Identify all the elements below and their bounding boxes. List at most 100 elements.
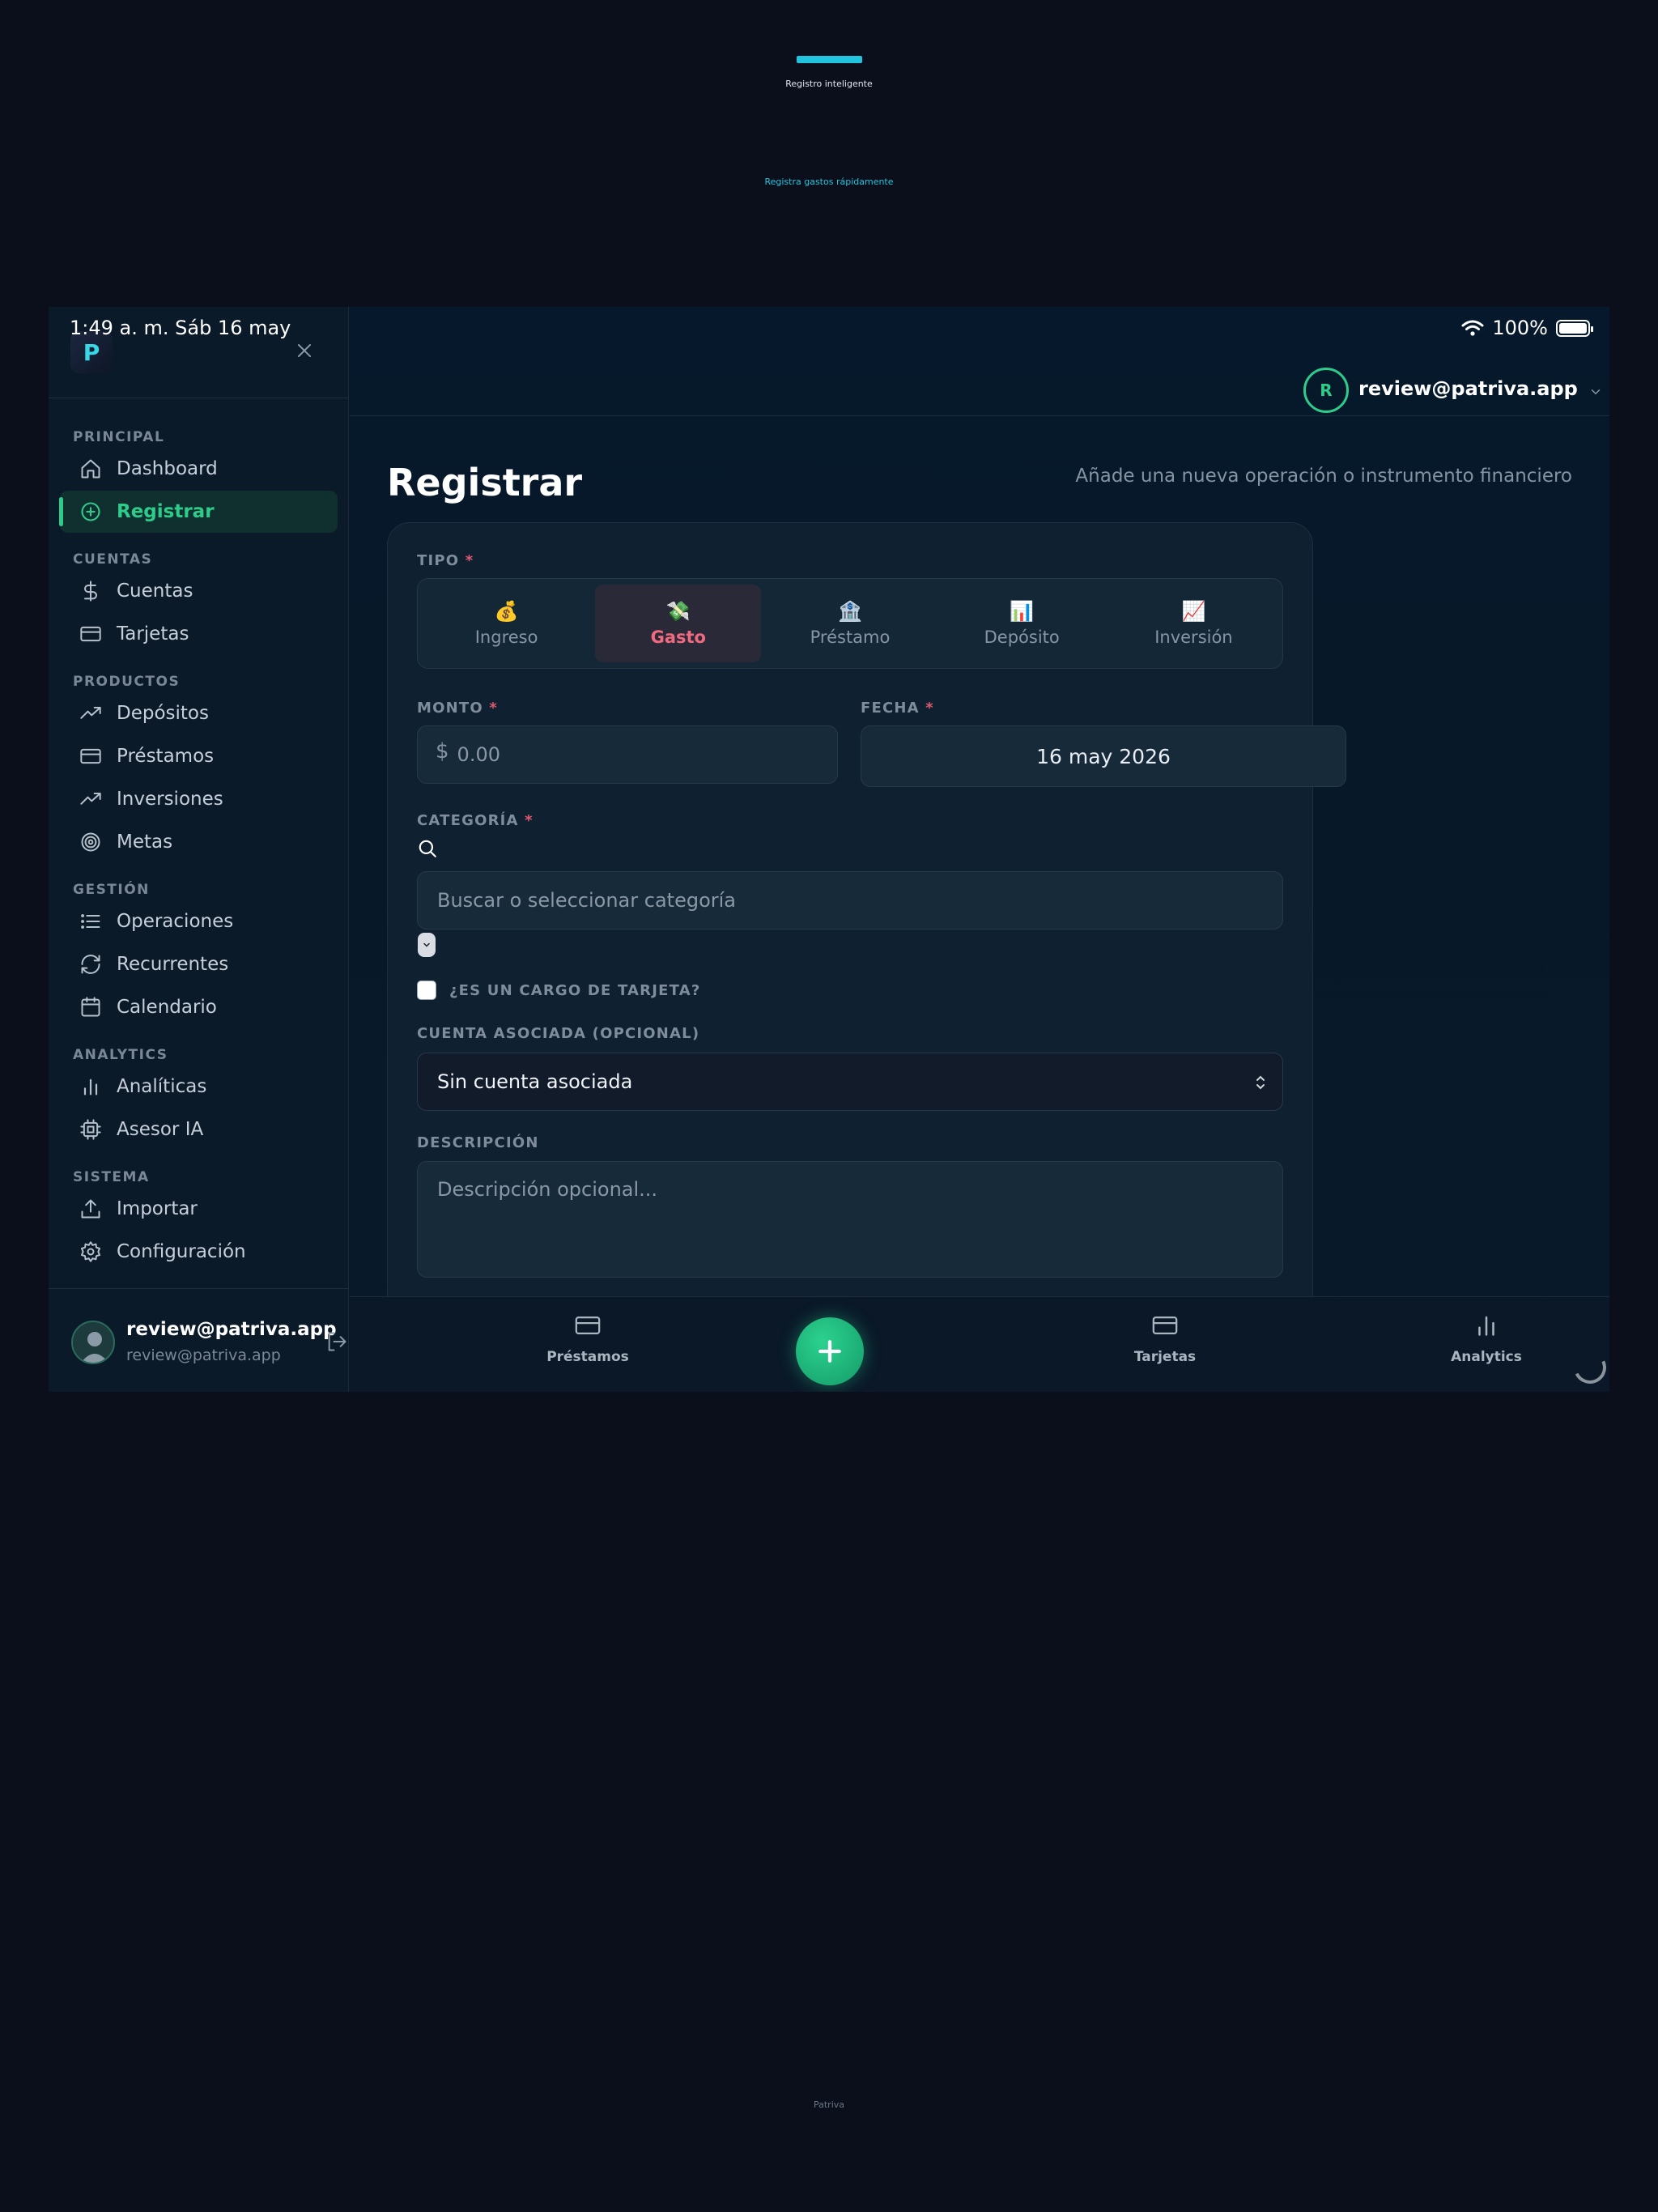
sidebar-item-configuracion[interactable]: Configuración [60,1231,338,1273]
type-option-ingreso[interactable]: 💰 Ingreso [423,585,589,662]
credit-card-icon [1152,1316,1178,1335]
sidebar-item-inversiones[interactable]: Inversiones [60,778,338,820]
descripcion-label: DESCRIPCIÓN [417,1134,539,1151]
sidebar-item-label: Cuentas [117,581,193,602]
sidebar: P PRINCIPAL Dashboard Registrar CUENTAS … [49,307,349,1392]
page-title: Registrar [387,461,583,504]
sidebar-item-prestamos[interactable]: Préstamos [60,735,338,777]
app-logo[interactable]: P [70,331,113,373]
sidebar-item-label: Registrar [117,501,215,522]
sidebar-item-label: Depósitos [117,703,209,724]
add-button[interactable] [796,1317,864,1385]
bottom-nav-prestamos[interactable]: Préstamos [523,1312,653,1365]
cuenta-label: CUENTA ASOCIADA (OPCIONAL) [417,1025,700,1042]
money-wings-icon: 💸 [665,600,691,623]
credit-card-icon [80,748,101,764]
type-label: Depósito [984,627,1060,647]
date-input[interactable]: 16 may 2026 [861,725,1346,787]
upload-icon [81,1199,100,1219]
card-charge-checkbox[interactable] [417,981,436,1000]
chart-increasing-icon: 📈 [1181,600,1206,623]
type-label: Préstamo [810,627,891,647]
promo-title: Registro inteligente [785,79,873,89]
search-icon [419,840,436,857]
home-icon [81,459,100,479]
sidebar-item-recurrentes[interactable]: Recurrentes [60,943,338,985]
sidebar-item-analiticas[interactable]: Analíticas [60,1066,338,1108]
fecha-label: FECHA * [861,700,934,717]
bank-icon: 🏦 [838,600,862,623]
sidebar-divider [49,1288,349,1289]
plus-icon [818,1340,841,1363]
section-sistema: SISTEMA [73,1169,150,1185]
user-icon [81,1332,108,1363]
credit-card-icon [80,626,101,642]
account-select[interactable]: Sin cuenta asociada [417,1053,1283,1111]
money-bag-icon: 💰 [494,600,519,623]
amount-input[interactable]: $ 0.00 [417,725,838,784]
type-option-deposito[interactable]: 📊 Depósito [939,585,1105,662]
sidebar-item-tarjetas[interactable]: Tarjetas [60,613,338,655]
sidebar-item-cuentas[interactable]: Cuentas [60,570,338,612]
currency-symbol: $ [436,739,449,764]
sidebar-item-dashboard[interactable]: Dashboard [60,448,338,490]
type-option-prestamo[interactable]: 🏦 Préstamo [767,585,933,662]
bar-chart-icon [83,1078,98,1095]
sidebar-item-asesor[interactable]: Asesor IA [60,1108,338,1151]
topbar: R review@patriva.app [350,351,1609,416]
category-search-input[interactable]: Buscar o seleccionar categoría [417,871,1283,929]
calendar-icon [81,997,100,1017]
sidebar-item-label: Importar [117,1198,198,1219]
account-select-value: Sin cuenta asociada [437,1070,633,1093]
bottom-nav-label: Tarjetas [1133,1349,1197,1365]
sidebar-item-label: Calendario [117,997,217,1018]
sidebar-item-metas[interactable]: Metas [60,821,338,863]
bottom-nav: Préstamos Tarjetas Analytics [350,1296,1609,1392]
sidebar-item-label: Tarjetas [117,623,189,644]
bottom-nav-analytics[interactable]: Analytics [1422,1312,1551,1365]
logout-icon[interactable] [325,1330,348,1353]
type-label: Inversión [1154,627,1233,647]
section-gestion: GESTIÓN [73,882,150,898]
credit-card-icon [575,1316,601,1335]
section-analytics: ANALYTICS [73,1047,168,1063]
promo-accent-bar [797,56,862,63]
sidebar-item-calendario[interactable]: Calendario [60,986,338,1028]
avatar[interactable] [71,1321,115,1364]
account-email[interactable]: review@patriva.app [1358,377,1578,400]
sidebar-item-label: Recurrentes [117,954,229,975]
main-content: R review@patriva.app Registrar Añade una… [350,307,1609,1392]
sidebar-item-operaciones[interactable]: Operaciones [60,900,338,942]
page-subtitle: Añade una nueva operación o instrumento … [1075,466,1572,487]
card-charge-label[interactable]: ¿ES UN CARGO DE TARJETA? [449,982,700,999]
chevron-down-icon[interactable] [1588,385,1603,399]
user-email: review@patriva.app [126,1346,281,1364]
type-option-gasto[interactable]: 💸 Gasto [595,585,762,662]
section-principal: PRINCIPAL [73,429,165,445]
refresh-icon [81,955,100,974]
list-icon [81,914,100,929]
cpu-icon [80,1119,101,1140]
type-option-inversion[interactable]: 📈 Inversión [1111,585,1277,662]
plus-circle-icon [81,502,100,521]
account-avatar[interactable]: R [1303,368,1349,413]
trending-up-icon [80,707,101,719]
user-name: review@patriva.app [126,1319,337,1340]
sidebar-item-label: Inversiones [117,789,223,810]
description-textarea[interactable]: Descripción opcional... [417,1161,1283,1278]
sidebar-item-label: Préstamos [117,746,215,767]
sidebar-item-registrar[interactable]: Registrar [59,491,338,533]
device-screen: 1:49 a. m. Sáb 16 may 100% P PRINCIPAL D… [49,307,1609,1392]
section-cuentas: CUENTAS [73,551,153,568]
select-arrows-icon [1256,1075,1265,1090]
type-label: Ingreso [474,627,538,647]
close-sidebar-icon[interactable] [295,341,314,360]
bottom-nav-tarjetas[interactable]: Tarjetas [1100,1312,1230,1365]
register-form-card: TIPO * 💰 Ingreso 💸 Gasto 🏦 Préstamo 📊 De… [387,522,1346,1332]
sidebar-item-depositos[interactable]: Depósitos [60,692,338,734]
category-dropdown-toggle[interactable] [418,933,436,957]
sidebar-item-importar[interactable]: Importar [60,1188,338,1230]
dollar-icon [84,581,97,602]
promo-subtitle: Registra gastos rápidamente [764,177,894,187]
footer-brand: Patriva [813,2099,845,2110]
